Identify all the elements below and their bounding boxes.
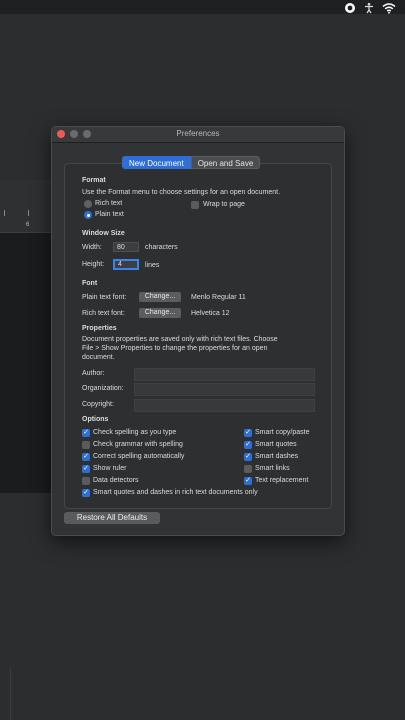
- data-detectors-checkbox[interactable]: [82, 477, 90, 485]
- correct-spelling-label: Correct spelling automatically: [93, 453, 185, 460]
- rich-text-radio[interactable]: [84, 200, 92, 208]
- background-ruler: 6: [0, 180, 52, 233]
- restore-all-defaults-button[interactable]: Restore All Defaults: [64, 512, 160, 524]
- width-unit: characters: [145, 244, 178, 251]
- rich-font-value: Helvetica 12: [191, 310, 230, 317]
- organization-field[interactable]: [134, 383, 315, 396]
- height-field[interactable]: 4: [113, 259, 139, 270]
- check-spelling-label: Check spelling as you type: [93, 429, 177, 436]
- show-ruler-checkbox[interactable]: ✓: [82, 465, 90, 473]
- check-grammar-checkbox[interactable]: [82, 441, 90, 449]
- smart-dashes-label: Smart dashes: [255, 453, 299, 460]
- window-title: Preferences: [176, 129, 220, 138]
- copyright-label: Copyright:: [82, 401, 114, 408]
- plain-font-value: Menlo Regular 11: [191, 294, 246, 301]
- format-heading: Format: [82, 177, 106, 184]
- ruler-mark: 6: [26, 222, 30, 228]
- record-icon[interactable]: [344, 1, 356, 13]
- wrap-to-page-label: Wrap to page: [203, 201, 245, 208]
- height-unit: lines: [145, 262, 160, 269]
- check-spelling-checkbox[interactable]: ✓: [82, 429, 90, 437]
- window-size-heading: Window Size: [82, 230, 125, 237]
- smart-links-label: Smart links: [255, 465, 290, 472]
- organization-label: Organization:: [82, 385, 124, 392]
- wifi-icon[interactable]: [382, 1, 396, 14]
- height-label: Height:: [82, 261, 105, 268]
- background-edge: [0, 668, 11, 720]
- smart-copy-paste-checkbox[interactable]: ✓: [244, 429, 252, 437]
- properties-description-3: document.: [82, 354, 115, 361]
- copyright-field[interactable]: [134, 399, 315, 412]
- data-detectors-label: Data detectors: [93, 477, 139, 484]
- width-label: Width:: [82, 244, 102, 251]
- text-replacement-label: Text replacement: [255, 477, 309, 484]
- smart-quotes-checkbox[interactable]: ✓: [244, 441, 252, 449]
- text-replacement-checkbox[interactable]: ✓: [244, 477, 252, 485]
- smart-quotes-label: Smart quotes: [255, 441, 297, 448]
- change-rich-font-button[interactable]: Change...: [139, 308, 181, 318]
- properties-description-1: Document properties are saved only with …: [82, 336, 278, 343]
- properties-heading: Properties: [82, 325, 117, 332]
- tab-open-and-save[interactable]: Open and Save: [190, 156, 261, 169]
- smart-quotes-rich-label: Smart quotes and dashes in rich text doc…: [93, 489, 258, 496]
- show-ruler-label: Show ruler: [93, 465, 127, 472]
- preferences-window: Preferences New Document Open and Save F…: [51, 126, 345, 536]
- menu-bar: [0, 0, 405, 14]
- accessibility-icon[interactable]: [363, 1, 375, 14]
- title-bar: Preferences: [52, 127, 344, 143]
- settings-panel: Format Use the Format menu to choose set…: [64, 163, 332, 509]
- author-label: Author:: [82, 370, 105, 377]
- author-field[interactable]: [134, 368, 315, 381]
- font-heading: Font: [82, 280, 98, 287]
- change-plain-font-button[interactable]: Change...: [139, 292, 181, 302]
- smart-copy-paste-label: Smart copy/paste: [255, 429, 310, 436]
- plain-text-radio[interactable]: [84, 211, 92, 219]
- plain-font-label: Plain text font:: [82, 294, 127, 301]
- check-grammar-label: Check grammar with spelling: [93, 441, 183, 448]
- correct-spelling-checkbox[interactable]: ✓: [82, 453, 90, 461]
- smart-links-checkbox[interactable]: [244, 465, 252, 473]
- smart-dashes-checkbox[interactable]: ✓: [244, 453, 252, 461]
- tab-bar: New Document Open and Save: [122, 156, 261, 169]
- options-heading: Options: [82, 416, 109, 423]
- rich-text-label: Rich text: [95, 200, 123, 207]
- smart-quotes-rich-checkbox[interactable]: ✓: [82, 489, 90, 497]
- plain-text-label: Plain text: [95, 211, 124, 218]
- format-description: Use the Format menu to choose settings f…: [82, 189, 281, 196]
- width-field[interactable]: 80: [113, 242, 139, 252]
- wrap-to-page-checkbox[interactable]: [191, 201, 199, 209]
- rich-font-label: Rich text font:: [82, 310, 125, 317]
- tab-new-document[interactable]: New Document: [122, 156, 191, 169]
- properties-description-2: File > Show Properties to change the pro…: [82, 345, 268, 352]
